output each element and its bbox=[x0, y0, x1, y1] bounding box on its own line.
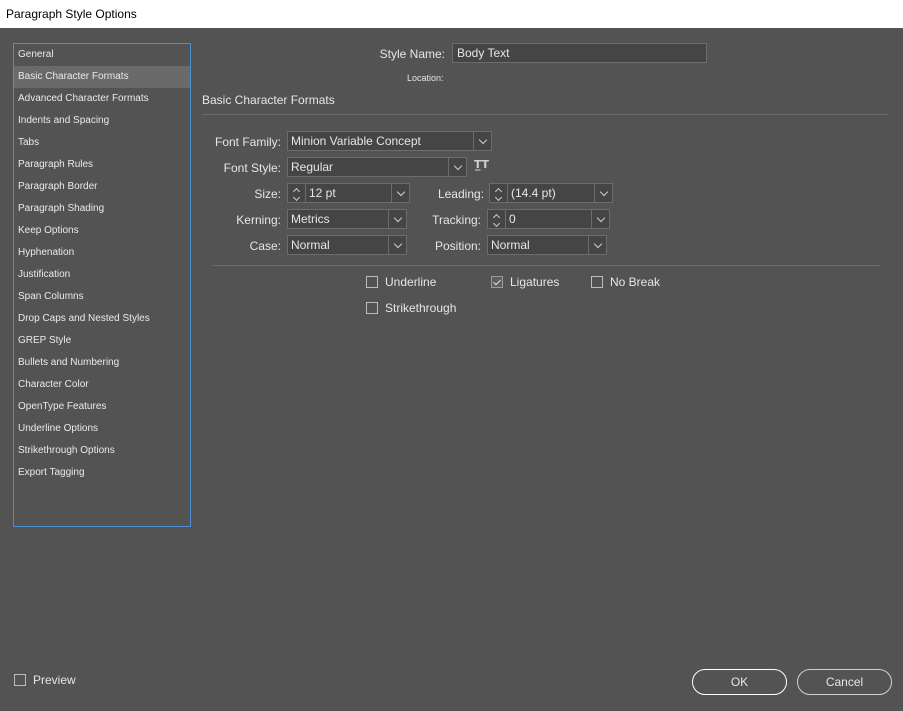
leading-value: (14.4 pt) bbox=[511, 186, 556, 200]
tracking-stepper[interactable]: 0 bbox=[487, 209, 610, 229]
chevron-down-icon[interactable] bbox=[591, 210, 609, 228]
sidebar-item-drop-caps[interactable]: Drop Caps and Nested Styles bbox=[14, 308, 190, 330]
sidebar-item-bullets-and-numbering[interactable]: Bullets and Numbering bbox=[14, 352, 190, 374]
ligatures-label: Ligatures bbox=[510, 275, 560, 289]
sidebar-item-general[interactable]: General bbox=[14, 44, 190, 66]
check-icon bbox=[493, 277, 501, 285]
section-title: Basic Character Formats bbox=[202, 93, 335, 107]
tracking-label: Tracking: bbox=[432, 213, 481, 227]
sidebar-item-indents-and-spacing[interactable]: Indents and Spacing bbox=[14, 110, 190, 132]
tracking-value: 0 bbox=[509, 212, 516, 226]
font-style-value: Regular bbox=[291, 160, 334, 174]
underline-option[interactable]: Underline bbox=[366, 275, 436, 289]
size-label: Size: bbox=[254, 187, 281, 201]
kerning-dropdown[interactable]: Metrics bbox=[287, 209, 407, 229]
sidebar-item-hyphenation[interactable]: Hyphenation bbox=[14, 242, 190, 264]
sidebar-item-underline-options[interactable]: Underline Options bbox=[14, 418, 190, 440]
sidebar-item-opentype-features[interactable]: OpenType Features bbox=[14, 396, 190, 418]
chevron-down-icon[interactable] bbox=[473, 132, 491, 150]
font-style-label: Font Style: bbox=[223, 161, 281, 175]
stepper-arrows-icon[interactable] bbox=[488, 210, 506, 228]
chevron-down-icon[interactable] bbox=[588, 236, 606, 254]
font-family-label: Font Family: bbox=[214, 135, 281, 149]
chevron-down-icon[interactable] bbox=[448, 158, 466, 176]
no-break-label: No Break bbox=[610, 275, 661, 289]
case-label: Case: bbox=[249, 239, 281, 253]
underline-checkbox[interactable] bbox=[366, 276, 378, 288]
font-family-value: Minion Variable Concept bbox=[291, 134, 421, 148]
sidebar-item-paragraph-rules[interactable]: Paragraph Rules bbox=[14, 154, 190, 176]
size-stepper[interactable]: 12 pt bbox=[287, 183, 410, 203]
no-break-option[interactable]: No Break bbox=[591, 275, 660, 289]
strikethrough-label: Strikethrough bbox=[385, 301, 457, 315]
size-value: 12 pt bbox=[309, 186, 336, 200]
font-style-dropdown[interactable]: Regular bbox=[287, 157, 467, 177]
case-value: Normal bbox=[291, 238, 330, 252]
strikethrough-option[interactable]: Strikethrough bbox=[366, 301, 456, 315]
sidebar-item-paragraph-border[interactable]: Paragraph Border bbox=[14, 176, 190, 198]
options-divider bbox=[212, 265, 880, 266]
sidebar-item-strikethrough-options[interactable]: Strikethrough Options bbox=[14, 440, 190, 462]
leading-label: Leading: bbox=[437, 187, 484, 201]
sidebar-item-keep-options[interactable]: Keep Options bbox=[14, 220, 190, 242]
sidebar-item-basic-character-formats[interactable]: Basic Character Formats bbox=[14, 66, 190, 88]
preview-label: Preview bbox=[33, 673, 76, 687]
font-variation-icon[interactable]: T̲T bbox=[474, 158, 489, 171]
category-list[interactable]: General Basic Character Formats Advanced… bbox=[13, 43, 191, 527]
sidebar-item-export-tagging[interactable]: Export Tagging bbox=[14, 462, 190, 484]
ligatures-checkbox[interactable] bbox=[491, 276, 503, 288]
no-break-checkbox[interactable] bbox=[591, 276, 603, 288]
position-dropdown[interactable]: Normal bbox=[487, 235, 607, 255]
style-name-label: Style Name: bbox=[379, 47, 445, 61]
sidebar-item-justification[interactable]: Justification bbox=[14, 264, 190, 286]
ligatures-option[interactable]: Ligatures bbox=[491, 275, 559, 289]
cancel-button[interactable]: Cancel bbox=[797, 669, 892, 695]
position-value: Normal bbox=[491, 238, 530, 252]
window-title: Paragraph Style Options bbox=[0, 0, 903, 28]
sidebar-item-span-columns[interactable]: Span Columns bbox=[14, 286, 190, 308]
sidebar-item-character-color[interactable]: Character Color bbox=[14, 374, 190, 396]
kerning-value: Metrics bbox=[291, 212, 330, 226]
sidebar-item-paragraph-shading[interactable]: Paragraph Shading bbox=[14, 198, 190, 220]
position-label: Position: bbox=[434, 239, 481, 253]
leading-stepper[interactable]: (14.4 pt) bbox=[489, 183, 613, 203]
kerning-label: Kerning: bbox=[236, 213, 281, 227]
underline-label: Underline bbox=[385, 275, 437, 289]
sidebar-item-grep-style[interactable]: GREP Style bbox=[14, 330, 190, 352]
stepper-arrows-icon[interactable] bbox=[288, 184, 306, 202]
ok-button[interactable]: OK bbox=[692, 669, 787, 695]
sidebar-item-tabs[interactable]: Tabs bbox=[14, 132, 190, 154]
location-label: Location: bbox=[407, 73, 444, 83]
style-name-field[interactable]: Body Text bbox=[452, 43, 707, 63]
font-family-dropdown[interactable]: Minion Variable Concept bbox=[287, 131, 492, 151]
preview-option[interactable]: Preview bbox=[14, 673, 76, 687]
sidebar-item-advanced-character-formats[interactable]: Advanced Character Formats bbox=[14, 88, 190, 110]
chevron-down-icon[interactable] bbox=[594, 184, 612, 202]
section-divider bbox=[202, 114, 888, 115]
strikethrough-checkbox[interactable] bbox=[366, 302, 378, 314]
case-dropdown[interactable]: Normal bbox=[287, 235, 407, 255]
preview-checkbox[interactable] bbox=[14, 674, 26, 686]
stepper-arrows-icon[interactable] bbox=[490, 184, 508, 202]
